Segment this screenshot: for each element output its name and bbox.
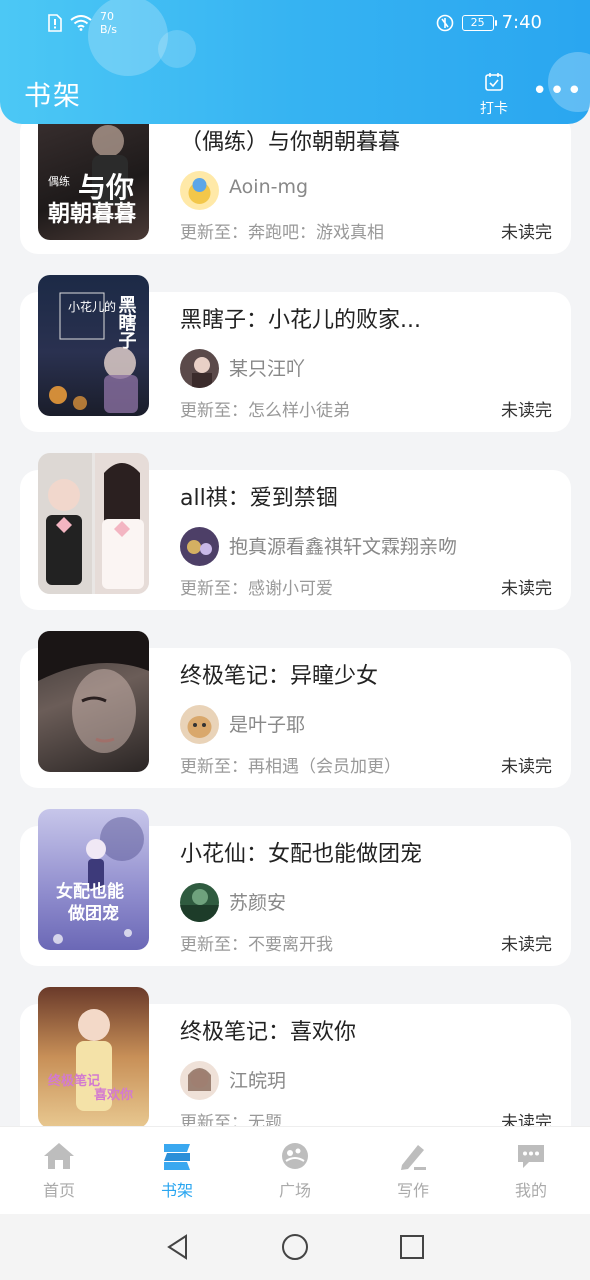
book-cover-image: 黑瞎子 小花儿的 [38, 275, 149, 416]
network-speed-unit: B/s [100, 23, 117, 36]
network-speed: 70 B/s [100, 10, 117, 36]
more-options-button[interactable]: ••• [532, 78, 584, 104]
chat-bubble-icon [518, 1145, 544, 1168]
tab-label: 首页 [42, 1181, 75, 1200]
book-title: 小花仙：女配也能做团宠 [180, 842, 423, 867]
update-info: 更新至：怎么样小徒弟 [180, 401, 350, 421]
author-name: 是叶子耶 [229, 714, 306, 736]
author-name: Aoin-mg [229, 176, 309, 198]
home-icon [44, 1143, 74, 1169]
pencil-icon [401, 1145, 426, 1170]
tab-label: 广场 [278, 1181, 311, 1200]
book-title: （偶练）与你朝朝暮暮 [180, 130, 401, 155]
tab-mine[interactable]: 我的 [472, 1127, 590, 1214]
author-avatar [180, 349, 219, 388]
tab-label: 写作 [396, 1181, 429, 1200]
author-name: 某只汪吖 [229, 358, 306, 380]
update-info: 更新至：不要离开我 [180, 935, 333, 955]
book-cover-image [38, 453, 149, 594]
status-bar: 70 B/s 25 7:40 [0, 0, 590, 48]
book-title: 终极笔记：喜欢你 [180, 1020, 357, 1045]
sim-alert-icon [48, 14, 62, 32]
read-status: 未读完 [501, 935, 552, 955]
tab-plaza[interactable]: 广场 [236, 1127, 354, 1214]
wifi-icon [70, 15, 92, 31]
calendar-check-icon [485, 73, 503, 91]
cover-text: 终极笔记 [48, 1073, 100, 1089]
plaza-icon [282, 1143, 308, 1169]
update-info: 更新至：无题 [180, 1113, 282, 1126]
page-title: 书架 [24, 81, 82, 112]
cover-text: 与你 [78, 171, 134, 204]
bottom-tab-bar: 首页 书架 广场 写作 我的 [0, 1126, 590, 1214]
author-avatar [180, 171, 219, 210]
app-header: 70 B/s 25 7:40 书架 打卡 ••• [0, 0, 590, 124]
vibrate-icon [436, 14, 453, 31]
book-cover-image: 偶练 与你 朝朝暮暮 [38, 111, 149, 240]
book-title: 黑瞎子：小花儿的败家... [180, 308, 421, 333]
book-title: all祺：爱到禁锢 [180, 486, 338, 511]
book-card[interactable]: 偶练 与你 朝朝暮暮 （偶练）与你朝朝暮暮 Aoin-mg 更新至：奔跑吧：游戏… [20, 111, 571, 254]
cover-text: 小花儿的 [68, 299, 116, 314]
author-name: 苏颜安 [229, 892, 287, 914]
tab-bookshelf[interactable]: 书架 [118, 1127, 236, 1214]
author-avatar [180, 527, 219, 566]
read-status: 未读完 [501, 401, 552, 421]
book-title: 终极笔记：异瞳少女 [180, 664, 379, 689]
tab-label: 我的 [514, 1181, 547, 1200]
checkin-button[interactable]: 打卡 [474, 72, 514, 118]
book-cover-image: 终极笔记 喜欢你 [38, 987, 149, 1126]
update-info: 更新至：感谢小可爱 [180, 579, 333, 599]
read-status: 未读完 [501, 1113, 552, 1126]
book-card[interactable]: all祺：爱到禁锢 抱真源看鑫祺轩文霖翔亲吻 更新至：感谢小可爱 未读完 [20, 453, 571, 610]
tab-label: 书架 [160, 1181, 193, 1200]
book-card[interactable]: 女配也能 做团宠 小花仙：女配也能做团宠 苏颜安 更新至：不要离开我 未读完 [20, 809, 571, 966]
checkin-label: 打卡 [480, 101, 508, 117]
update-info: 更新至：奔跑吧：游戏真相 [180, 223, 384, 243]
author-name: 江皖玥 [229, 1070, 287, 1092]
cover-text: 喜欢你 [94, 1087, 133, 1103]
bookshelf-icon [164, 1144, 190, 1170]
cover-text: 朝朝暮暮 [48, 201, 137, 227]
author-avatar [180, 883, 219, 922]
clock: 7:40 [501, 12, 542, 33]
read-status: 未读完 [501, 579, 552, 599]
tab-write[interactable]: 写作 [354, 1127, 472, 1214]
cover-text: 女配也能 [56, 881, 124, 902]
system-navigation-bar [0, 1214, 590, 1280]
book-cover-image: 女配也能 做团宠 [38, 809, 149, 950]
bookshelf-list[interactable]: 偶练 与你 朝朝暮暮 （偶练）与你朝朝暮暮 Aoin-mg 更新至：奔跑吧：游戏… [0, 0, 590, 1126]
book-cover-image [38, 631, 149, 772]
back-icon[interactable] [164, 1233, 192, 1261]
read-status: 未读完 [501, 223, 552, 243]
author-avatar [180, 705, 219, 744]
home-circle-icon[interactable] [280, 1232, 310, 1262]
book-card[interactable]: 终极笔记：异瞳少女 是叶子耶 更新至：再相遇（会员加更） 未读完 [20, 631, 571, 788]
book-card[interactable]: 终极笔记 喜欢你 终极笔记：喜欢你 江皖玥 更新至：无题 未读完 [20, 987, 571, 1126]
cover-text: 做团宠 [67, 903, 119, 924]
tab-home[interactable]: 首页 [0, 1127, 118, 1214]
book-card[interactable]: 黑瞎子 小花儿的 黑瞎子：小花儿的败家... 某只汪吖 更新至：怎么样小徒弟 未… [20, 275, 571, 432]
cover-text: 偶练 [48, 174, 70, 188]
update-info: 更新至：再相遇（会员加更） [180, 757, 401, 777]
author-name: 抱真源看鑫祺轩文霖翔亲吻 [229, 536, 458, 558]
recents-square-icon[interactable] [398, 1233, 426, 1261]
battery-indicator: 25 [461, 14, 497, 31]
read-status: 未读完 [501, 757, 552, 777]
network-speed-value: 70 [100, 10, 114, 23]
author-avatar [180, 1061, 219, 1100]
cover-text: 黑瞎子 [116, 295, 137, 349]
